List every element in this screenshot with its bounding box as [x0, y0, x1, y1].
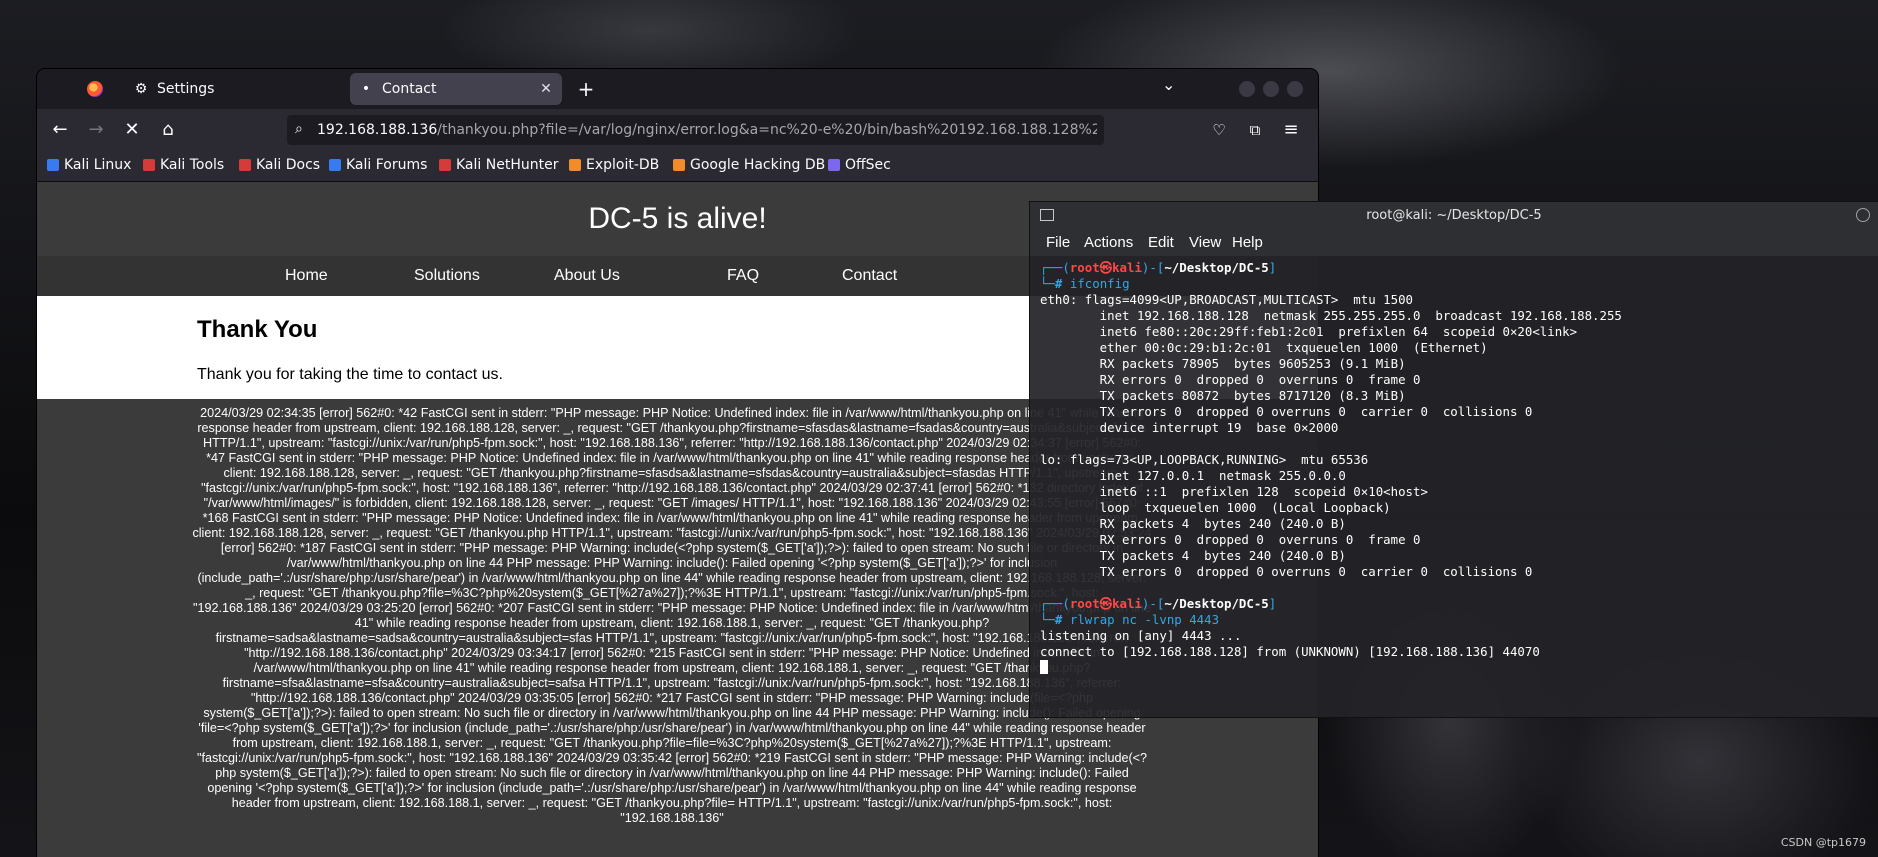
maximize-button[interactable]	[1263, 81, 1279, 97]
bookmark-kali-forums[interactable]: Kali Forums	[329, 157, 427, 173]
prompt-hash: #	[1054, 612, 1063, 627]
terminal-menubar: File Actions Edit View Help	[1030, 230, 1878, 256]
exploit-db-icon	[569, 159, 581, 171]
command-output: eth0: flags=4099<UP,BROADCAST,MULTICAST>…	[1040, 292, 1622, 579]
close-window-button[interactable]	[1856, 208, 1870, 222]
terminal-cursor	[1040, 660, 1048, 674]
ghdb-icon	[673, 159, 685, 171]
tab-contact[interactable]: • Contact ✕	[350, 73, 562, 105]
included-error-log: 2024/03/29 02:34:35 [error] 562#0: *42 F…	[192, 406, 1152, 825]
back-icon[interactable]: ←	[48, 118, 72, 142]
command-text: rlwrap nc -lvnp 4443	[1069, 612, 1220, 627]
watermark: CSDN @tp1679	[1780, 836, 1866, 849]
bookmark-google-hacking-db[interactable]: Google Hacking DB	[673, 157, 825, 173]
bookmark-label: Kali Linux	[64, 157, 132, 173]
bookmark-kali-docs[interactable]: Kali Docs	[239, 157, 320, 173]
prompt-path: ~/Desktop/DC-5	[1164, 260, 1269, 275]
bookmark-label: Kali Docs	[256, 157, 321, 173]
bookmark-label: Kali Tools	[160, 157, 225, 173]
terminal-title: root@kali: ~/Desktop/DC-5	[1366, 208, 1542, 223]
prompt-hash: #	[1054, 276, 1063, 291]
search-icon: ⌕	[295, 121, 303, 137]
firefox-icon[interactable]	[87, 81, 103, 97]
menu-actions[interactable]: Actions	[1084, 234, 1133, 251]
menu-file[interactable]: File	[1046, 234, 1070, 251]
prompt-bracket: ]	[1268, 596, 1277, 611]
nav-contact-link[interactable]: Contact	[842, 267, 897, 285]
command-output: listening on [any] 4443 ... connect to […	[1040, 628, 1540, 659]
bookmark-label: Kali Forums	[346, 157, 428, 173]
gear-icon: ⚙	[134, 81, 148, 97]
terminal-titlebar: root@kali: ~/Desktop/DC-5	[1030, 202, 1878, 230]
bookmarks-toolbar: Kali Linux Kali Tools Kali Docs Kali For…	[37, 151, 1318, 182]
stop-loading-icon[interactable]: ✕	[120, 118, 144, 142]
command-text: ifconfig	[1069, 276, 1130, 291]
prompt-user: root㉿kali	[1069, 260, 1142, 275]
forward-icon[interactable]: →	[84, 118, 108, 142]
home-icon[interactable]: ⌂	[156, 118, 180, 142]
tab-label: Settings	[157, 81, 215, 97]
tab-bar: ⚙ Settings ✕ • Contact ✕ + ⌄	[37, 69, 1318, 109]
prompt-bracket: )-[	[1141, 260, 1165, 275]
prompt-bracket: ┌──(	[1040, 596, 1070, 611]
bookmark-label: Google Hacking DB	[690, 157, 826, 173]
page-heading: Thank You	[197, 316, 318, 343]
page-dot-icon: •	[361, 81, 371, 97]
bookmark-label: OffSec	[845, 157, 891, 173]
bookmark-exploit-db[interactable]: Exploit-DB	[569, 157, 659, 173]
pocket-icon[interactable]: ♡	[1207, 118, 1231, 142]
bookmark-kali-linux[interactable]: Kali Linux	[47, 157, 131, 173]
offsec-icon	[828, 159, 840, 171]
bookmark-label: Kali NetHunter	[456, 157, 559, 173]
nav-home-link[interactable]: Home	[285, 267, 328, 285]
prompt-bracket: └─	[1040, 612, 1055, 627]
bookmark-kali-nethunter[interactable]: Kali NetHunter	[439, 157, 558, 173]
bookmark-offsec[interactable]: OffSec	[828, 157, 891, 173]
nav-faq-link[interactable]: FAQ	[727, 267, 759, 285]
kali-icon	[47, 159, 59, 171]
tab-label: Contact	[382, 81, 437, 97]
url-bar[interactable]: ⌕ 192.168.188.136/thankyou.php?file=/var…	[287, 115, 1104, 145]
prompt-bracket: ]	[1268, 260, 1277, 275]
prompt-path: ~/Desktop/DC-5	[1164, 596, 1269, 611]
new-tab-button[interactable]: +	[574, 77, 598, 101]
extensions-icon[interactable]: ⧉	[1243, 118, 1267, 142]
menu-view[interactable]: View	[1189, 234, 1221, 251]
thank-you-message: Thank you for taking the time to contact…	[197, 366, 503, 383]
bookmark-kali-tools[interactable]: Kali Tools	[143, 157, 224, 173]
prompt-bracket: )-[	[1141, 596, 1165, 611]
list-tabs-icon[interactable]: ⌄	[1162, 75, 1175, 94]
terminal-output[interactable]: ┌──(root㉿kali)-[~/Desktop/DC-5] └─# ifco…	[1040, 260, 1870, 676]
kali-docs-icon	[239, 159, 251, 171]
kali-forums-icon	[329, 159, 341, 171]
nav-toolbar: ← → ✕ ⌂ ⌕ 192.168.188.136/thankyou.php?f…	[37, 109, 1318, 151]
url-path: /thankyou.php?file=/var/log/nginx/error.…	[437, 122, 1097, 138]
url-host: 192.168.188.136	[317, 122, 438, 138]
nav-solutions-link[interactable]: Solutions	[414, 267, 480, 285]
tab-settings[interactable]: ⚙ Settings ✕	[125, 73, 383, 105]
url-text[interactable]: 192.168.188.136/thankyou.php?file=/var/l…	[317, 115, 1097, 145]
nav-about-link[interactable]: About Us	[554, 267, 620, 285]
nethunter-icon	[439, 159, 451, 171]
close-tab-icon[interactable]: ✕	[538, 81, 554, 97]
close-window-button[interactable]	[1287, 81, 1303, 97]
bookmark-label: Exploit-DB	[586, 157, 660, 173]
prompt-user: root㉿kali	[1069, 596, 1142, 611]
kali-tools-icon	[143, 159, 155, 171]
prompt-bracket: ┌──(	[1040, 260, 1070, 275]
minimize-button[interactable]	[1239, 81, 1255, 97]
menu-icon[interactable]: ≡	[1279, 118, 1303, 142]
menu-edit[interactable]: Edit	[1148, 234, 1174, 251]
terminal-window: root@kali: ~/Desktop/DC-5 File Actions E…	[1030, 202, 1878, 717]
prompt-bracket: └─	[1040, 276, 1055, 291]
menu-help[interactable]: Help	[1232, 234, 1263, 251]
